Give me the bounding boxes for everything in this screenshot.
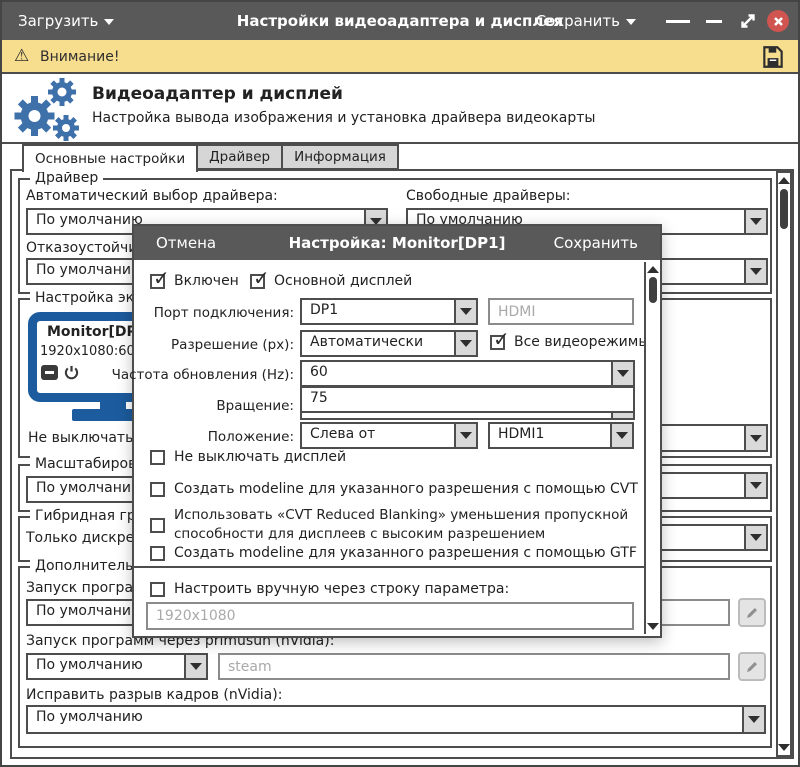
expand-icon bbox=[741, 14, 755, 28]
primus-edit-button[interactable] bbox=[738, 652, 766, 681]
optirun-edit-button[interactable] bbox=[738, 598, 766, 627]
primary-display-checkbox[interactable] bbox=[250, 266, 270, 290]
scroll-down-icon[interactable] bbox=[646, 623, 659, 630]
cvt-label: Создать modeline для указанного разрешен… bbox=[174, 481, 638, 497]
rotation-label: Вращение: bbox=[216, 398, 294, 414]
keep-on-label: Не выключать дисплей bbox=[174, 449, 347, 465]
power-icon[interactable] bbox=[64, 365, 79, 380]
tab-bar: Основные настройки Драйвер Информация bbox=[22, 144, 399, 172]
save-menu-label: Сохранить bbox=[535, 12, 620, 30]
cvt-checkbox[interactable] bbox=[150, 482, 165, 497]
gears-icon bbox=[14, 78, 79, 141]
warning-text: Внимание! bbox=[40, 49, 120, 65]
refresh-rate-option-75[interactable]: 75 bbox=[300, 386, 635, 413]
enabled-label: Включен bbox=[174, 273, 239, 289]
group-driver-legend: Драйвер bbox=[30, 170, 104, 186]
primus-select[interactable]: По умолчанию bbox=[26, 653, 208, 680]
scrollbar-thumb[interactable] bbox=[648, 277, 657, 303]
scroll-up-icon[interactable] bbox=[778, 177, 790, 184]
all-modes-checkbox[interactable] bbox=[490, 327, 510, 351]
section-divider bbox=[134, 566, 645, 568]
free-drivers-label: Свободные драйверы: bbox=[406, 188, 571, 204]
page-title: Видеоадаптер и дисплей bbox=[92, 84, 343, 104]
scrollbar-thumb[interactable] bbox=[780, 189, 788, 229]
hamburger-menu-button[interactable] bbox=[666, 10, 690, 32]
save-file-icon[interactable] bbox=[760, 44, 786, 70]
gtf-label: Создать modeline для указанного разрешен… bbox=[174, 545, 637, 561]
tab-main-settings[interactable]: Основные настройки bbox=[22, 144, 199, 172]
tearfree-label: Исправить разрыв кадров (nVidia): bbox=[26, 687, 283, 703]
main-scrollbar[interactable] bbox=[776, 171, 792, 757]
scroll-up-icon[interactable] bbox=[646, 266, 659, 273]
position-select[interactable]: Слева от bbox=[300, 422, 478, 449]
app-window: Загрузить Настройки видеоадаптера и дисп… bbox=[0, 0, 800, 767]
primus-command-input[interactable] bbox=[218, 653, 730, 680]
monitor-settings-dialog: Отмена Настройка: Monitor[DP1] Сохранить… bbox=[112, 224, 662, 638]
port-label: Порт подключения: bbox=[153, 305, 294, 321]
resolution-select[interactable]: Автоматически bbox=[300, 330, 478, 357]
dialog-save-button[interactable]: Сохранить bbox=[554, 234, 638, 252]
pencil-icon bbox=[747, 607, 757, 618]
position-label: Положение: bbox=[207, 429, 294, 445]
refresh-rate-select[interactable]: 60 bbox=[300, 360, 635, 387]
app-header: Видеоадаптер и дисплей Настройка вывода … bbox=[2, 74, 798, 144]
cvt-rb-checkbox[interactable] bbox=[150, 518, 165, 533]
enabled-checkbox[interactable] bbox=[150, 266, 170, 290]
manual-label: Настроить вручную через строку параметра… bbox=[174, 581, 510, 597]
chevron-down-icon bbox=[742, 707, 764, 732]
chevron-down-icon bbox=[744, 426, 766, 450]
port-select[interactable]: DP1 bbox=[300, 298, 478, 325]
chevron-down-icon bbox=[454, 332, 476, 355]
port-custom-input[interactable] bbox=[488, 298, 634, 325]
chevron-down-icon bbox=[744, 260, 766, 283]
manual-param-input[interactable] bbox=[146, 602, 634, 630]
tab-driver[interactable]: Драйвер bbox=[196, 144, 284, 170]
gtf-checkbox[interactable] bbox=[150, 546, 165, 561]
close-button[interactable] bbox=[766, 10, 790, 32]
tearfree-select[interactable]: По умолчанию bbox=[26, 705, 766, 734]
keep-on-checkbox[interactable] bbox=[150, 450, 165, 465]
monitor-minus-button[interactable] bbox=[41, 365, 58, 380]
title-bar: Загрузить Настройки видеоадаптера и дисп… bbox=[2, 2, 798, 40]
chevron-down-icon bbox=[454, 300, 476, 323]
page-subtitle: Настройка вывода изображения и установка… bbox=[92, 110, 596, 126]
chevron-down-icon bbox=[184, 655, 206, 678]
pencil-icon bbox=[747, 661, 757, 672]
chevron-down-icon bbox=[610, 424, 632, 447]
auto-driver-label: Автоматический выбор драйвера: bbox=[26, 188, 278, 204]
chevron-down-icon bbox=[744, 210, 766, 233]
save-menu-button[interactable]: Сохранить bbox=[536, 12, 636, 30]
manual-checkbox[interactable] bbox=[150, 582, 165, 597]
tab-info[interactable]: Информация bbox=[281, 144, 399, 170]
close-icon bbox=[773, 16, 783, 26]
chevron-down-icon bbox=[744, 526, 766, 549]
maximize-button[interactable] bbox=[736, 10, 760, 32]
scroll-down-icon[interactable] bbox=[778, 744, 790, 751]
refresh-rate-label: Частота обновления (Hz): bbox=[111, 367, 294, 383]
position-target-select[interactable]: HDMI1 bbox=[488, 422, 634, 449]
warning-bar: ⚠ Внимание! bbox=[2, 40, 798, 74]
warning-icon: ⚠ bbox=[14, 46, 30, 66]
dialog-scrollbar[interactable] bbox=[644, 262, 659, 634]
primary-display-label: Основной дисплей bbox=[274, 273, 413, 289]
chevron-down-icon bbox=[454, 424, 476, 447]
cvt-rb-label: Использовать «CVT Reduced Blanking» умен… bbox=[174, 507, 629, 542]
dialog-header: Отмена Настройка: Monitor[DP1] Сохранить bbox=[134, 226, 660, 260]
chevron-down-icon bbox=[611, 362, 633, 385]
minimize-button[interactable] bbox=[702, 10, 726, 32]
all-modes-label: Все видеорежимы bbox=[514, 334, 650, 350]
chevron-down-icon bbox=[626, 18, 636, 25]
chevron-down-icon bbox=[744, 474, 766, 497]
resolution-label: Разрешение (px): bbox=[171, 337, 294, 353]
